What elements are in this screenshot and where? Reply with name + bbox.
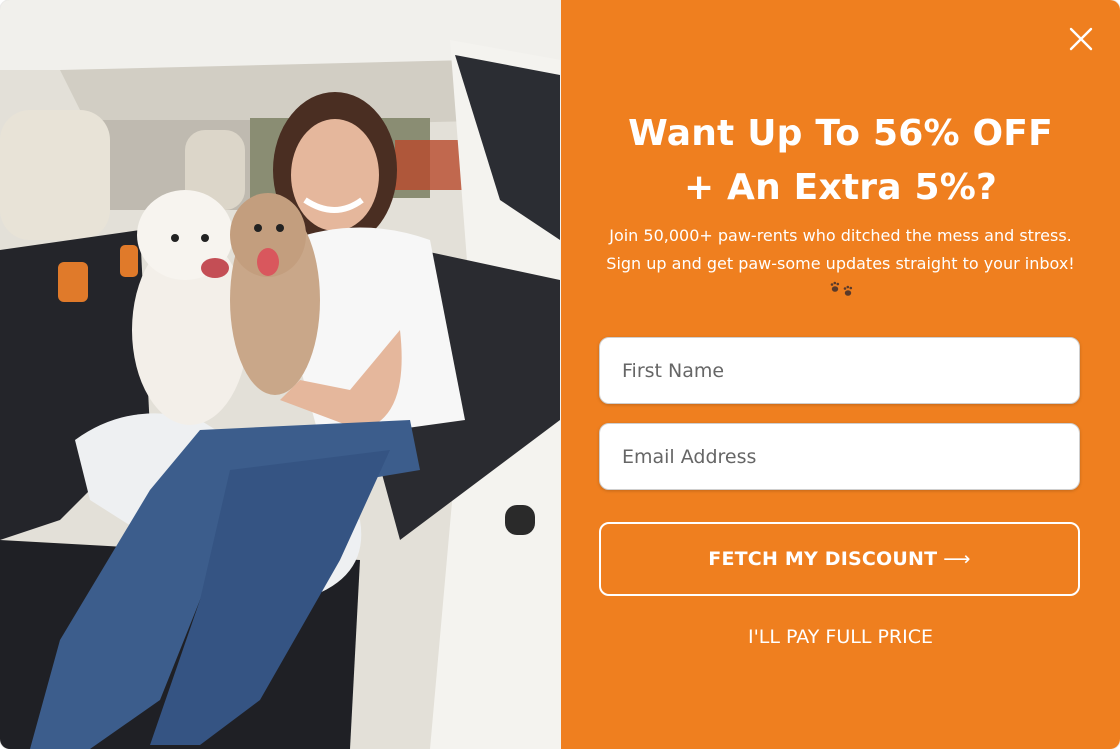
decline-link[interactable]: I'LL PAY FULL PRICE — [561, 626, 1120, 648]
first-name-input[interactable] — [600, 338, 1079, 403]
close-icon — [1069, 27, 1093, 51]
subtext-copy: Join 50,000+ paw-rents who ditched the m… — [606, 226, 1075, 273]
arrow-right-icon: ⟶ — [943, 548, 971, 570]
fetch-discount-button[interactable]: FETCH MY DISCOUNT ⟶ — [599, 522, 1080, 596]
popup-headline: Want Up To 56% OFF + An Extra 5%? — [561, 107, 1120, 215]
headline-line-2: + An Extra 5%? — [683, 167, 998, 208]
popup-subtext: Join 50,000+ paw-rents who ditched the m… — [591, 222, 1090, 307]
discount-popup: Want Up To 56% OFF + An Extra 5%? Join 5… — [0, 0, 1120, 749]
hero-photo — [0, 0, 561, 749]
paw-prints-icon — [829, 278, 857, 307]
hero-photo-illustration — [0, 0, 561, 749]
email-field — [599, 423, 1080, 490]
first-name-field — [599, 337, 1080, 404]
close-button[interactable] — [1066, 24, 1096, 54]
email-input[interactable] — [600, 424, 1079, 489]
headline-line-1: Want Up To 56% OFF — [628, 113, 1053, 154]
cta-label: FETCH MY DISCOUNT — [708, 548, 938, 570]
signup-panel: Want Up To 56% OFF + An Extra 5%? Join 5… — [561, 0, 1120, 749]
